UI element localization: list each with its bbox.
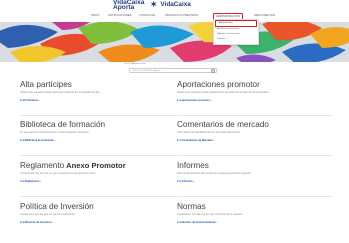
arrow-right-icon: › xyxy=(40,180,42,184)
card-alta-participes: Alta partícipes Desde este espacio podrá… xyxy=(20,80,176,116)
nav-notificaciones[interactable]: NOTIFICACIONES xyxy=(108,13,131,18)
card-title: Normas xyxy=(177,202,206,211)
card-link-label[interactable]: Ir a Normas de Funcionamiento xyxy=(177,221,216,224)
card-link-label[interactable]: Ir a Reglamento xyxy=(20,180,39,183)
card-link-label[interactable]: Ir a Memoria de inversión xyxy=(20,221,51,224)
card-link[interactable]: Ir a Memoria de inversión › xyxy=(20,221,176,224)
card-title: Informes xyxy=(177,161,209,170)
nav-desconectar[interactable]: DESCONECTAR xyxy=(254,13,275,18)
card-aportaciones-promotor: Aportaciones promotor Desde este espacio… xyxy=(177,80,333,116)
card-comentarios-mercado: Comentarios de mercado Información de ac… xyxy=(177,120,333,156)
card-title-text: Reglamento xyxy=(20,161,65,170)
arrow-right-icon: › xyxy=(210,99,212,103)
card-title: Alta partícipes xyxy=(20,80,72,89)
card-link-label[interactable]: Ir a aportaciones promotor xyxy=(177,99,210,102)
anexo-promotor-label: Anexo Promotor xyxy=(66,161,126,170)
logo-line2: Aporta xyxy=(113,4,135,12)
main-nav: INICIO NOTIFICACIONES CONSULTAS PRODUCTO… xyxy=(0,12,349,20)
card-desc: Información de actualidad de los mercado… xyxy=(177,131,241,134)
arrow-right-icon: › xyxy=(213,139,215,143)
card-link[interactable]: Ir a aportaciones promotor › xyxy=(177,99,333,102)
card-link[interactable]: Ir a Biblioteca de formación › xyxy=(20,139,176,142)
card-link[interactable]: Ir al formulario › xyxy=(20,99,176,102)
arrow-right-icon: › xyxy=(38,99,40,103)
umbrellas-image xyxy=(0,22,349,62)
card-desc: Informe de situación del servicio de emp… xyxy=(177,172,252,175)
administracion-dropdown: Alta partícipes Aportaciones promotor Bi… xyxy=(213,19,259,45)
arrow-right-icon: › xyxy=(52,221,53,225)
nav-productos-prevision[interactable]: PRODUCTOS PREVISIÓN xyxy=(165,13,198,18)
card-desc: Desde este espacio podrás gestionar el a… xyxy=(20,91,101,94)
logo-wordmark: VidaCaixa Aporta xyxy=(113,0,144,11)
nav-inicio[interactable]: INICIO xyxy=(91,13,100,18)
card-link-label[interactable]: Ir a Comentarios de Mercado xyxy=(177,139,213,142)
card-informes: Informes Informe de situación del servic… xyxy=(177,161,333,197)
card-reglamento: Reglamento Anexo Promotor Condiciones con… xyxy=(20,161,176,197)
card-normas: Normas Condiciones con las que se rige e… xyxy=(177,202,333,237)
hero-banner xyxy=(0,22,349,62)
dropdown-item-alta-participes[interactable]: Alta partícipes xyxy=(215,20,257,27)
arrow-right-icon: › xyxy=(216,221,218,225)
site-header: VidaCaixa Aporta ✶ VidaCaixa INICIO NOTI… xyxy=(0,0,349,22)
card-title: Reglamento Anexo Promotor xyxy=(20,161,176,170)
card-link[interactable]: Ir a Comentarios de Mercado › xyxy=(177,139,333,142)
card-desc: Condiciones con las que se rige las inve… xyxy=(20,213,76,216)
arrow-right-icon: › xyxy=(193,180,195,184)
card-title: Biblioteca de formación xyxy=(20,120,106,129)
card-desc: Condiciones con las que se rige el servi… xyxy=(177,213,243,216)
search-input[interactable]: Buscar en VidaCaixa Aporta xyxy=(129,68,217,73)
card-link[interactable]: Ir a Reglamento › xyxy=(20,180,176,183)
card-link-label[interactable]: Ir a Informes xyxy=(177,180,193,183)
vidacaixa-aporta-logo[interactable]: VidaCaixa Aporta ✶ VidaCaixa xyxy=(113,0,191,12)
card-desc: En esta sección tendrás acceso a documen… xyxy=(20,131,90,134)
card-title: Aportaciones promotor xyxy=(177,80,260,89)
nav-consultas[interactable]: CONSULTAS xyxy=(139,13,155,18)
card-desc: Condiciones con las que se rige el regla… xyxy=(20,172,97,175)
breadcrumb[interactable]: Inicio > Administración xyxy=(124,63,146,65)
card-title: Comentarios de mercado xyxy=(177,120,269,129)
card-link[interactable]: Ir a Informes › xyxy=(177,180,333,183)
card-title: Política de Inversión xyxy=(20,202,94,211)
card-link-label[interactable]: Ir a Biblioteca de formación xyxy=(20,139,54,142)
logo-brand: VidaCaixa xyxy=(160,1,191,8)
card-politica-inversion: Política de Inversión Condiciones con la… xyxy=(20,202,176,237)
card-desc: Desde este espacio podrás gestionar las … xyxy=(177,91,270,94)
arrow-right-icon: › xyxy=(54,139,56,143)
card-biblioteca-formacion: Biblioteca de formación En esta sección … xyxy=(20,120,176,156)
card-link[interactable]: Ir a Normas de Funcionamiento › xyxy=(177,221,333,224)
card-link-label[interactable]: Ir al formulario xyxy=(20,99,38,102)
star-icon: ✶ xyxy=(150,0,158,9)
dropdown-item-informes[interactable]: Informes xyxy=(214,37,258,42)
